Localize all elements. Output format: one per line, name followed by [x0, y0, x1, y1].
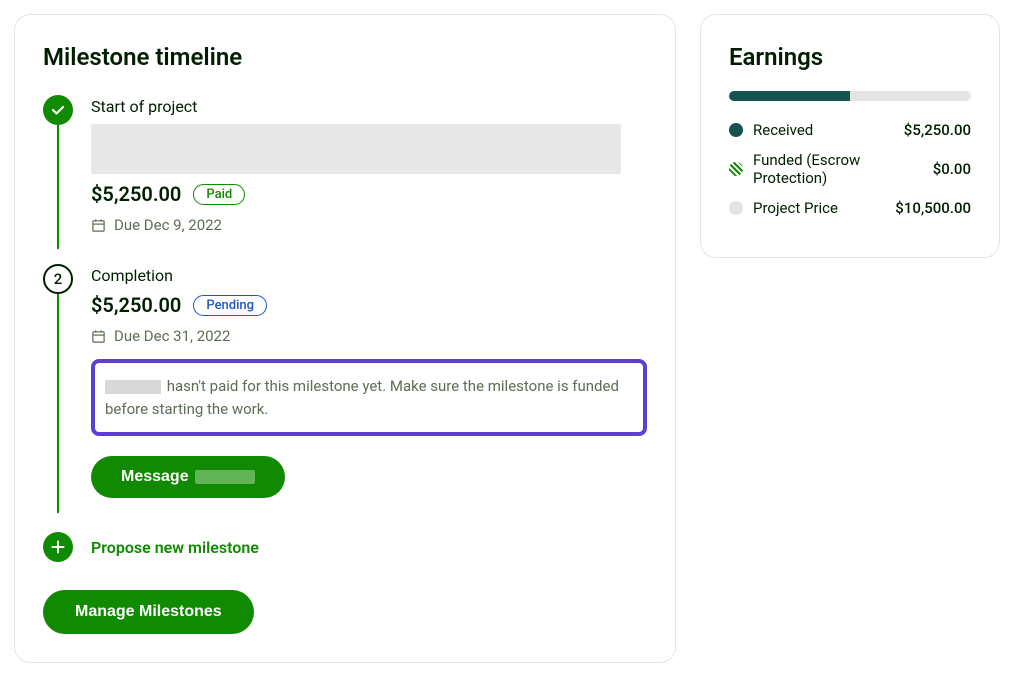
- earnings-value: $10,500.00: [895, 199, 971, 217]
- calendar-icon: [91, 218, 106, 233]
- status-badge-pending: Pending: [193, 295, 267, 316]
- due-text: Due Dec 31, 2022: [114, 327, 230, 345]
- earnings-value: $0.00: [933, 160, 971, 178]
- dot-icon-price: [729, 201, 743, 215]
- propose-milestone-link[interactable]: Propose new milestone: [73, 538, 259, 557]
- earnings-progress-bar: [729, 91, 971, 101]
- dot-icon-funded: [729, 162, 743, 176]
- earnings-value: $5,250.00: [904, 121, 971, 139]
- redacted-client-name: [195, 470, 255, 484]
- earnings-row-price: Project Price $10,500.00: [729, 199, 971, 217]
- redacted-client-name: [105, 380, 161, 394]
- status-badge-paid: Paid: [193, 184, 245, 205]
- earnings-row-received: Received $5,250.00: [729, 121, 971, 139]
- message-button[interactable]: Message: [91, 456, 285, 498]
- manage-milestones-button[interactable]: Manage Milestones: [43, 590, 254, 634]
- checkmark-icon: [43, 95, 73, 125]
- earnings-title: Earnings: [729, 43, 971, 71]
- milestone-amount: $5,250.00: [91, 182, 181, 206]
- warning-text: hasn't paid for this milestone yet. Make…: [105, 375, 633, 420]
- warning-highlight-box: hasn't paid for this milestone yet. Make…: [91, 359, 647, 436]
- earnings-row-funded: Funded (Escrow Protection) $0.00: [729, 151, 971, 187]
- earnings-card: Earnings Received $5,250.00 Funded (Escr…: [700, 14, 1000, 258]
- milestone-amount: $5,250.00: [91, 293, 181, 317]
- propose-milestone-row[interactable]: Propose new milestone: [43, 528, 647, 562]
- milestone-due-date: Due Dec 9, 2022: [91, 216, 647, 234]
- dot-icon-received: [729, 123, 743, 137]
- due-text: Due Dec 9, 2022: [114, 216, 222, 234]
- calendar-icon: [91, 329, 106, 344]
- milestone-name: Start of project: [91, 97, 647, 116]
- timeline: Start of project $5,250.00 Paid: [43, 95, 647, 562]
- earnings-label: Project Price: [753, 199, 838, 217]
- milestone-name: Completion: [91, 266, 647, 285]
- plus-icon[interactable]: [43, 532, 73, 562]
- timeline-title: Milestone timeline: [43, 43, 647, 71]
- milestone-timeline-card: Milestone timeline Start of project: [14, 14, 676, 663]
- earnings-label: Received: [753, 121, 813, 139]
- milestone-due-date: Due Dec 31, 2022: [91, 327, 647, 345]
- milestone-item: Start of project $5,250.00 Paid: [43, 95, 647, 264]
- earnings-label: Funded (Escrow Protection): [753, 151, 933, 187]
- progress-fill: [729, 91, 850, 101]
- milestone-item: 2 Completion $5,250.00 Pending: [43, 264, 647, 528]
- step-number-icon: 2: [43, 264, 73, 294]
- redacted-description: [91, 124, 621, 174]
